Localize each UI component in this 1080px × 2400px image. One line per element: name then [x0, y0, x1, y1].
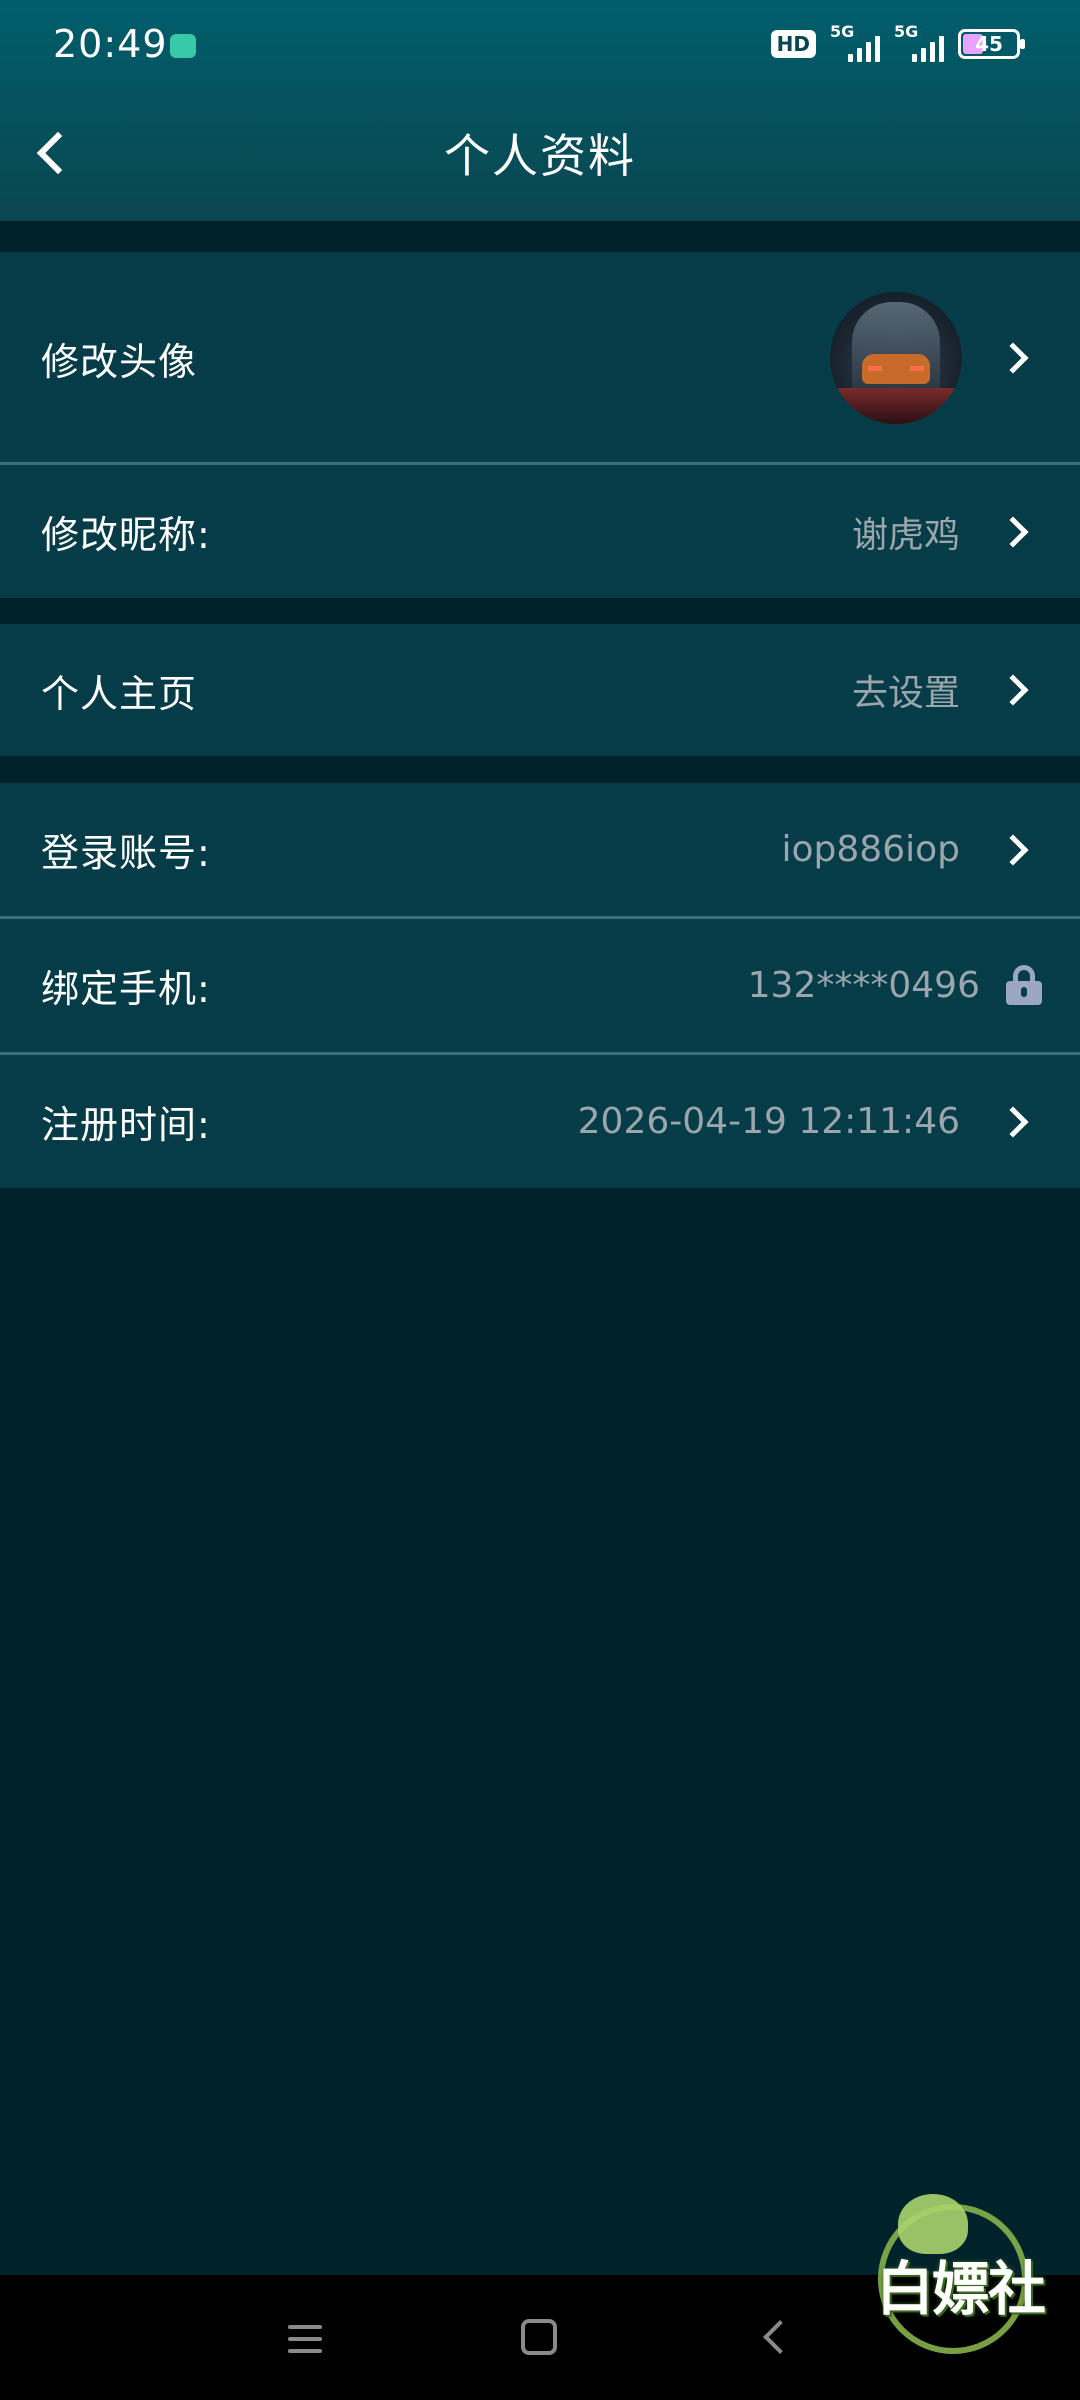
row-label: 个人主页 — [41, 671, 198, 716]
chevron-right-icon — [997, 342, 1029, 374]
lock-icon — [1006, 965, 1042, 1005]
header: 20:49 HD 5G 5G 45 个人资料 — [0, 0, 1080, 221]
row-label: 修改昵称: — [41, 513, 211, 557]
chevron-right-icon — [997, 515, 1029, 548]
account-value: iop886iop — [781, 829, 960, 870]
row-label: 登录账号: — [41, 831, 211, 875]
nickname-value: 谢虎鸡 — [851, 514, 960, 556]
status-indicators: HD 5G 5G 45 — [770, 22, 1025, 62]
chevron-right-icon — [997, 833, 1029, 866]
notification-app-icon — [170, 34, 196, 58]
battery-icon: 45 — [958, 29, 1025, 59]
home-button[interactable] — [521, 2319, 557, 2355]
watermark-logo: 白嫖社 — [868, 2190, 1068, 2360]
signal-label: 5G — [830, 22, 855, 41]
chevron-right-icon — [997, 1105, 1029, 1138]
battery-level: 45 — [975, 32, 1003, 56]
system-back-button[interactable] — [763, 2320, 797, 2354]
signal-icon: 5G — [894, 22, 944, 62]
recent-apps-button[interactable] — [288, 2325, 322, 2361]
phone-value: 132****0496 — [747, 965, 980, 1006]
page-title: 个人资料 — [444, 129, 636, 183]
status-bar: 20:49 HD 5G 5G 45 — [0, 0, 1080, 92]
signal-label: 5G — [894, 22, 919, 41]
row-register-time[interactable]: 注册时间: 2026-04-19 12:11:46 — [0, 1055, 1080, 1188]
avatar[interactable] — [830, 292, 962, 424]
chevron-right-icon — [997, 674, 1029, 706]
watermark-text: 白嫖社 — [876, 2255, 1046, 2323]
status-time: 20:49 — [53, 22, 168, 66]
row-account[interactable]: 登录账号: iop886iop — [0, 783, 1080, 916]
signal-icon: 5G — [830, 22, 880, 62]
row-label: 注册时间: — [41, 1103, 211, 1147]
row-label: 修改头像 — [41, 339, 198, 384]
row-phone[interactable]: 绑定手机: 132****0496 — [0, 919, 1080, 1052]
register-time-value: 2026-04-19 12:11:46 — [577, 1101, 960, 1142]
row-label: 绑定手机: — [41, 967, 211, 1011]
hd-badge: HD — [770, 30, 816, 58]
row-homepage[interactable]: 个人主页 去设置 — [0, 624, 1080, 756]
row-avatar[interactable]: 修改头像 — [0, 252, 1080, 464]
row-nickname[interactable]: 修改昵称: 谢虎鸡 — [0, 465, 1080, 598]
homepage-value: 去设置 — [851, 673, 960, 714]
